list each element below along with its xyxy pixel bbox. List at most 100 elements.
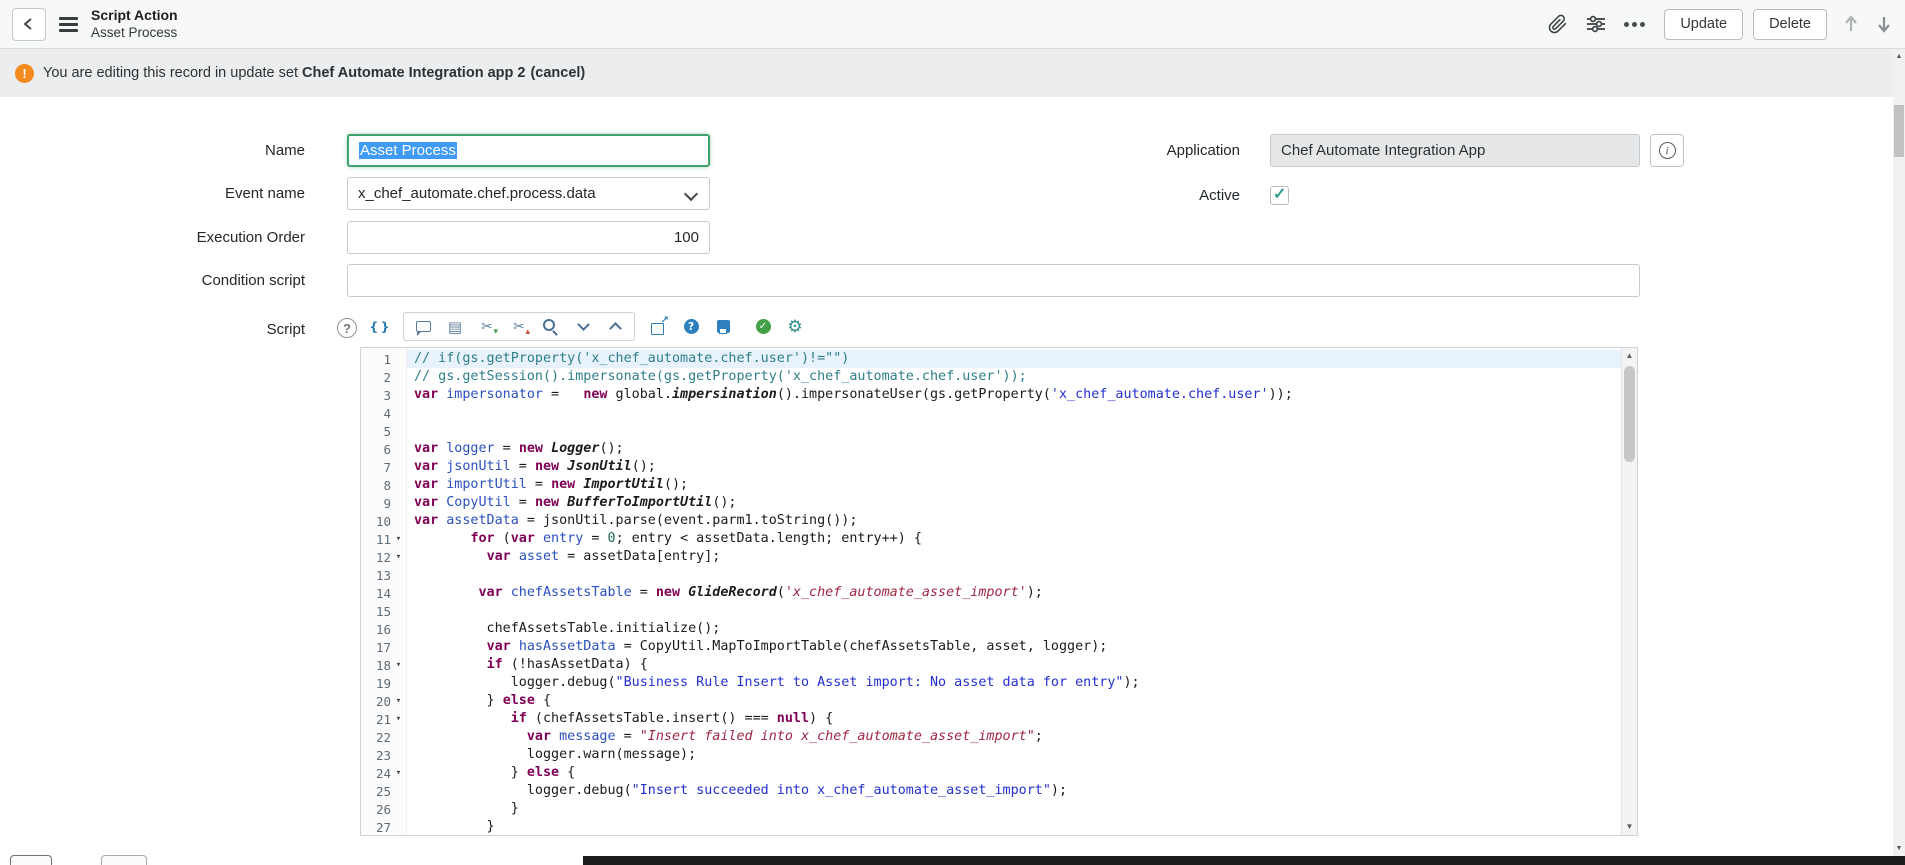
code-line[interactable]: // if(gs.getProperty('x_chef_automate.ch… (407, 350, 1621, 368)
name-input[interactable]: Asset Process (347, 134, 710, 167)
code-area[interactable]: // if(gs.getProperty('x_chef_automate.ch… (407, 348, 1621, 835)
code-line[interactable]: // gs.getSession().impersonate(gs.getPro… (407, 368, 1621, 386)
line-number: 13 (376, 568, 391, 583)
line-number: 6 (383, 442, 391, 457)
code-line[interactable]: } (407, 800, 1621, 818)
code-line[interactable]: for (var entry = 0; entry < assetData.le… (407, 530, 1621, 548)
record-type-title: Script Action (91, 6, 178, 24)
code-line[interactable]: var chefAssetsTable = new GlideRecord('x… (407, 584, 1621, 602)
syntax-check-button[interactable] (747, 314, 779, 339)
fold-toggle-icon[interactable]: ▾ (391, 548, 406, 566)
code-line[interactable] (407, 602, 1621, 620)
script-code-editor: 1234567891011▾12▾131415161718▾1920▾21▾22… (360, 347, 1638, 836)
application-field-readonly: Chef Automate Integration App (1270, 134, 1640, 167)
code-line[interactable] (407, 404, 1621, 422)
personalize-form-icon[interactable] (1586, 15, 1606, 33)
fold-toggle-icon[interactable]: ▾ (391, 710, 406, 728)
replace-icon (476, 317, 498, 337)
search-button[interactable] (535, 314, 567, 339)
code-line[interactable]: chefAssetsTable.initialize(); (407, 620, 1621, 638)
editor-help-button[interactable] (675, 314, 707, 339)
fold-toggle-icon[interactable]: ▾ (391, 764, 406, 782)
line-number: 1 (383, 352, 391, 367)
code-line[interactable]: } (407, 818, 1621, 835)
delete-button[interactable]: Delete (1753, 9, 1827, 40)
code-line[interactable]: if (chefAssetsTable.insert() === null) { (407, 710, 1621, 728)
page-scrollbar-thumb[interactable] (1894, 105, 1904, 157)
code-line[interactable]: var logger = new Logger(); (407, 440, 1621, 458)
name-label: Name (0, 134, 305, 167)
line-number: 5 (383, 424, 391, 439)
find-next-button[interactable] (567, 314, 599, 339)
more-options-icon[interactable] (1624, 22, 1645, 27)
code-line[interactable]: var hasAssetData = CopyUtil.MapToImportT… (407, 638, 1621, 656)
save-button[interactable] (707, 314, 739, 339)
code-line[interactable]: logger.debug("Insert succeeded into x_ch… (407, 782, 1621, 800)
page-scroll-down-icon[interactable]: ▼ (1893, 842, 1905, 855)
line-number: 26 (376, 802, 391, 817)
back-button[interactable] (12, 8, 46, 41)
code-line[interactable] (407, 566, 1621, 584)
condition-script-input[interactable] (347, 264, 1640, 297)
editor-scroll-up-icon[interactable]: ▲ (1622, 349, 1637, 363)
code-line[interactable]: var asset = assetData[entry]; (407, 548, 1621, 566)
find-previous-button[interactable] (599, 314, 631, 339)
script-toolbar (363, 311, 811, 342)
fold-toggle-icon[interactable]: ▾ (391, 530, 406, 548)
form-context-menu-icon[interactable] (59, 17, 78, 32)
documentation-button[interactable] (439, 314, 471, 339)
attachment-icon[interactable] (1548, 14, 1568, 34)
code-line[interactable]: } else { (407, 692, 1621, 710)
code-line[interactable]: } else { (407, 764, 1621, 782)
line-number: 9 (383, 496, 391, 511)
code-line[interactable]: var jsonUtil = new JsonUtil(); (407, 458, 1621, 476)
editor-settings-button[interactable] (779, 314, 811, 339)
selected-text: Asset Process (359, 142, 457, 159)
event-name-select[interactable]: x_chef_automate.chef.process.data (347, 177, 710, 210)
record-title-block: Script Action Asset Process (91, 6, 178, 42)
line-number: 27 (376, 820, 391, 835)
line-number: 8 (383, 478, 391, 493)
cancel-link[interactable]: (cancel) (530, 65, 585, 81)
code-line[interactable]: var importUtil = new ImportUtil(); (407, 476, 1621, 494)
code-line[interactable] (407, 422, 1621, 440)
format-code-button[interactable] (363, 314, 395, 339)
execution-order-value: 100 (674, 229, 699, 246)
active-label: Active (935, 179, 1240, 212)
editor-settings-icon (784, 317, 806, 337)
page-scroll-up-icon[interactable]: ▲ (1893, 50, 1905, 63)
line-number: 20 (376, 694, 391, 709)
bottom-delete-button[interactable] (101, 855, 147, 865)
fold-toggle-icon[interactable]: ▾ (391, 656, 406, 674)
editor-scrollbar-thumb[interactable] (1624, 366, 1635, 462)
execution-order-input[interactable]: 100 (347, 221, 710, 254)
open-in-window-icon (648, 317, 670, 337)
script-field-help-icon[interactable] (337, 318, 357, 338)
format-code-icon (368, 317, 390, 337)
application-info-button[interactable] (1650, 134, 1684, 167)
next-record-icon[interactable] (1875, 14, 1893, 34)
code-line[interactable]: logger.debug("Business Rule Insert to As… (407, 674, 1621, 692)
code-line[interactable]: logger.warn(message); (407, 746, 1621, 764)
code-line[interactable]: var impersonator = new global.impersinat… (407, 386, 1621, 404)
previous-record-icon[interactable] (1842, 14, 1860, 34)
code-line[interactable]: var message = "Insert failed into x_chef… (407, 728, 1621, 746)
replace-all-button[interactable] (503, 314, 535, 339)
code-line[interactable]: var assetData = jsonUtil.parse(event.par… (407, 512, 1621, 530)
line-number: 23 (376, 748, 391, 763)
replace-button[interactable] (471, 314, 503, 339)
toggle-comments-button[interactable] (407, 314, 439, 339)
active-checkbox[interactable] (1270, 186, 1289, 205)
line-number: 17 (376, 640, 391, 655)
open-in-window-button[interactable] (643, 314, 675, 339)
toggle-comments-icon (412, 317, 434, 337)
find-next-icon (572, 317, 594, 337)
script-action-form-page: Script Action Asset Process Update Delet… (0, 0, 1905, 865)
update-button[interactable]: Update (1664, 9, 1743, 40)
line-number: 18 (376, 658, 391, 673)
fold-toggle-icon[interactable]: ▾ (391, 692, 406, 710)
editor-scroll-down-icon[interactable]: ▼ (1622, 820, 1637, 834)
code-line[interactable]: var CopyUtil = new BufferToImportUtil(); (407, 494, 1621, 512)
bottom-update-button[interactable] (10, 855, 52, 865)
code-line[interactable]: if (!hasAssetData) { (407, 656, 1621, 674)
